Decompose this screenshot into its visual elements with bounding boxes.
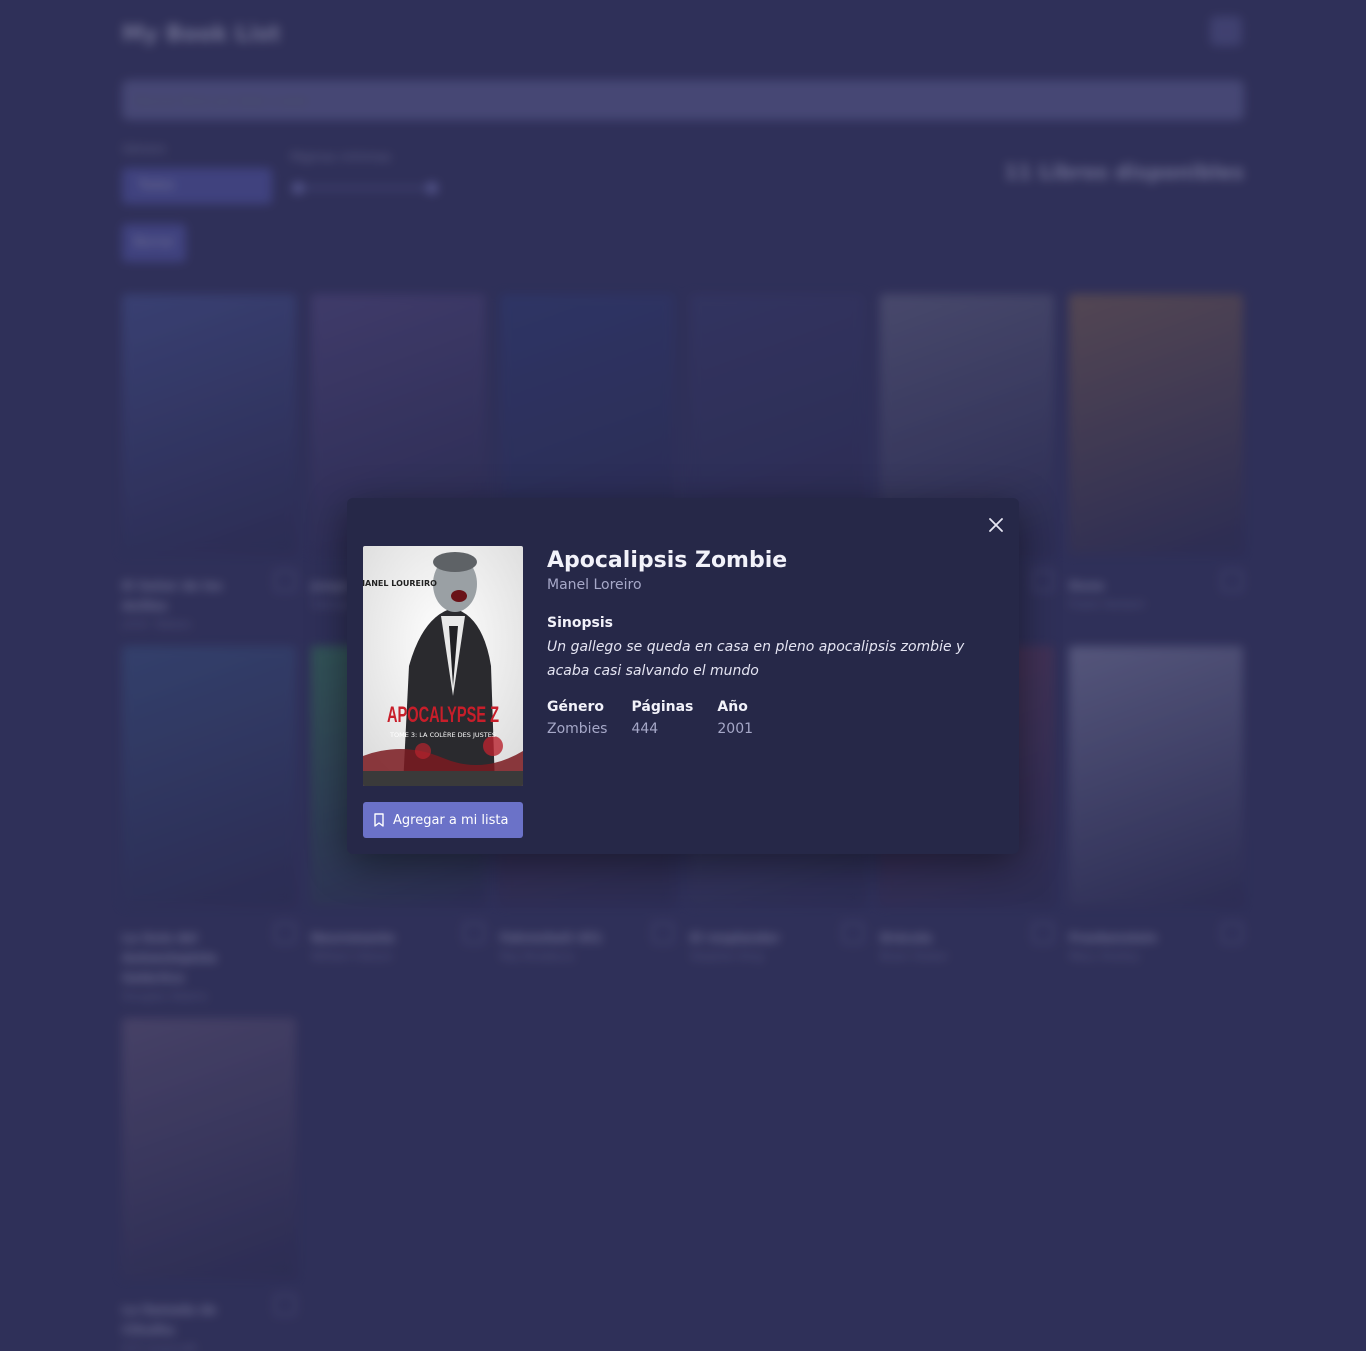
- genre-value: Zombies: [547, 721, 608, 737]
- cover-subtitle-text: TOME 3: LA COLÈRE DES JUSTES: [389, 730, 496, 739]
- cover-author-text: MANEL LOUREIRO: [363, 579, 437, 588]
- book-metadata: Género Zombies Páginas 444 Año 2001: [547, 699, 1007, 737]
- book-title: Apocalipsis Zombie: [547, 548, 788, 573]
- pages-label: Páginas: [631, 699, 694, 715]
- pages-value: 444: [631, 721, 659, 737]
- add-to-list-label: Agregar a mi lista: [393, 812, 509, 828]
- synopsis-text: Un gallego se queda en casa en pleno apo…: [547, 639, 965, 679]
- year-label: Año: [717, 699, 748, 715]
- close-button[interactable]: [985, 514, 1007, 536]
- cover-title-text: APOCALYPSE Z: [387, 702, 499, 727]
- synopsis-heading: Sinopsis: [547, 615, 613, 631]
- pages-field: Páginas 444: [631, 699, 693, 737]
- add-to-list-button[interactable]: Agregar a mi lista: [363, 802, 523, 838]
- year-field: Año 2001: [717, 699, 753, 737]
- book-info: Apocalipsis Zombie Manel Loreiro Sinopsi…: [547, 548, 1007, 737]
- year-value: 2001: [717, 721, 754, 737]
- genre-label: Género: [547, 699, 604, 715]
- book-author: Manel Loreiro: [547, 577, 642, 593]
- genre-field: Género Zombies: [547, 699, 607, 737]
- book-detail-modal: MANEL LOUREIRO APOCALYPSE Z TOME 3: LA C…: [347, 498, 1019, 854]
- bookmark-icon: [374, 813, 384, 827]
- book-cover-image: MANEL LOUREIRO APOCALYPSE Z TOME 3: LA C…: [363, 546, 523, 786]
- close-icon: [989, 518, 1003, 532]
